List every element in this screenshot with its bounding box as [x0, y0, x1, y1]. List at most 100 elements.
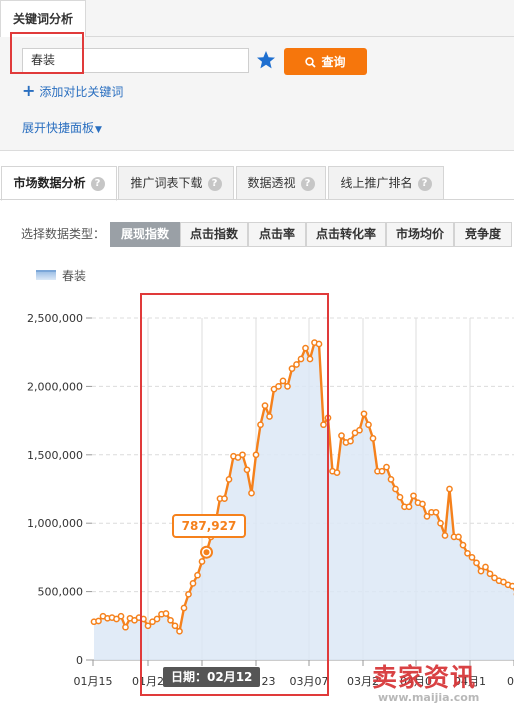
tab-keyword-analysis[interactable]: 关键词分析 [0, 0, 86, 37]
data-point [486, 570, 494, 578]
data-point [464, 549, 471, 557]
question-icon[interactable]: ? [207, 177, 222, 191]
data-type-click-index[interactable]: 点击指数 [180, 222, 248, 247]
data-point [198, 558, 206, 565]
watermark-text: 卖家资讯 [372, 663, 477, 692]
data-point [171, 622, 179, 630]
data-point [392, 485, 399, 493]
data-point [153, 615, 161, 623]
question-icon[interactable]: ? [300, 177, 315, 191]
tab-market-data[interactable]: 市场数据分析? [1, 166, 117, 201]
data-point [482, 563, 489, 571]
search-icon [305, 57, 317, 68]
data-point [243, 466, 251, 474]
data-point [144, 622, 152, 630]
data-point [122, 623, 129, 631]
y-tick-label: 2,000,000 [27, 380, 83, 393]
expand-panel-label: 展开快捷面板 [22, 121, 95, 135]
data-point [468, 554, 476, 561]
data-point [446, 485, 453, 493]
add-compare-label: 添加对比关键词 [39, 85, 124, 99]
data-point [365, 421, 372, 429]
analysis-tabs: 市场数据分析? 推广词表下载? 数据透视? 线上推广排名? [0, 166, 514, 201]
question-icon[interactable]: ? [417, 177, 432, 191]
value-tooltip: 787,927 [172, 514, 246, 538]
data-point [423, 513, 431, 520]
crosshair-date-label: 日期：02月12 [163, 667, 261, 687]
y-tick-label: 2,500,000 [27, 312, 83, 325]
data-point [297, 355, 305, 363]
data-point [284, 383, 291, 390]
legend-swatch [36, 270, 56, 280]
tab-keyword-download[interactable]: 推广词表下载? [118, 166, 234, 200]
star-icon[interactable] [256, 49, 276, 71]
data-point [140, 615, 147, 623]
tab-label: 数据透视 [247, 176, 296, 190]
y-tick-label: 1,500,000 [27, 449, 83, 462]
tab-label: 市场数据分析 [13, 176, 86, 190]
highlighted-point [203, 549, 210, 556]
impression-chart[interactable]: 0 500,000 1,000,000 1,500,000 2,000,000 2,500… [0, 290, 514, 708]
data-point [293, 361, 300, 368]
data-point [441, 532, 449, 539]
data-point [410, 492, 417, 500]
data-type-avg-price[interactable]: 市场均价 [386, 222, 454, 247]
data-point [275, 383, 282, 390]
data-type-competition[interactable]: 竞争度 [454, 222, 512, 247]
data-point [225, 476, 233, 483]
data-type-impression-index[interactable]: 展现指数 [110, 222, 180, 247]
data-point [176, 627, 183, 635]
data-point [315, 340, 323, 348]
data-point [369, 435, 377, 442]
keyword-panel: 关键词分析 春装 查询 + 添加对比关键词 展开快捷面板▼ [0, 0, 514, 151]
data-type-label: 选择数据类型： [21, 227, 106, 241]
data-point [347, 437, 354, 445]
data-point [333, 469, 341, 476]
data-point [437, 519, 444, 527]
tab-label: 推广词表下载 [130, 176, 203, 190]
search-input[interactable]: 春装 [22, 48, 249, 73]
x-tick-label: 03月07 [290, 675, 329, 688]
data-point [248, 489, 255, 497]
data-point [419, 500, 426, 508]
data-point [261, 402, 269, 409]
data-type-ctr[interactable]: 点击率 [248, 222, 306, 247]
data-point [396, 493, 404, 501]
y-tick-label: 500,000 [38, 586, 84, 599]
data-point [338, 432, 345, 439]
data-point [306, 355, 314, 363]
y-tick-label: 0 [76, 654, 83, 667]
legend-label: 春装 [62, 269, 87, 283]
data-point [167, 616, 174, 624]
data-point [302, 344, 309, 352]
plus-icon: + [22, 81, 36, 100]
watermark: 卖家资讯 www.maijia.com [358, 658, 514, 708]
data-point [477, 567, 485, 575]
data-type-conversion-rate[interactable]: 点击转化率 [306, 222, 386, 247]
data-point [288, 365, 296, 372]
data-point [387, 476, 395, 483]
triangle-down-icon: ▼ [95, 125, 102, 135]
data-point [185, 590, 192, 598]
tab-online-ranking[interactable]: 线上推广排名? [328, 166, 444, 200]
tab-label: 线上推广排名 [340, 176, 413, 190]
query-button[interactable]: 查询 [284, 48, 367, 75]
add-compare-link[interactable]: + 添加对比关键词 [22, 83, 123, 100]
data-point [459, 541, 467, 549]
data-point [162, 610, 170, 617]
data-point [279, 377, 287, 385]
tab-data-pivot[interactable]: 数据透视? [236, 166, 326, 200]
data-point [455, 533, 462, 541]
x-tick-label: 01月15 [74, 675, 113, 688]
watermark-url: www.maijia.com [378, 691, 480, 704]
y-tick-label: 1,000,000 [27, 517, 83, 530]
tabs-divider [0, 199, 514, 200]
data-point [189, 580, 197, 587]
question-icon[interactable]: ? [90, 177, 105, 191]
expand-panel-link[interactable]: 展开快捷面板▼ [22, 120, 102, 138]
data-point [432, 508, 440, 516]
data-point [239, 451, 246, 459]
data-point [252, 451, 260, 459]
data-point [356, 426, 363, 434]
data-point [194, 571, 201, 579]
